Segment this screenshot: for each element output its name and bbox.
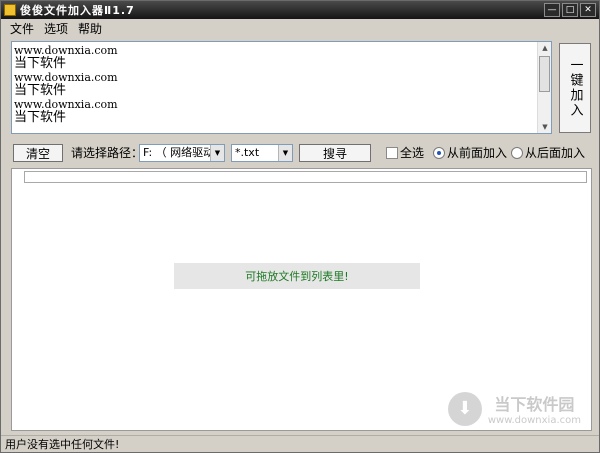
textarea-lines: www.downxia.com 当下软件 www.downxia.com 当下软…	[14, 44, 535, 125]
watermark: ⬇ 当下软件园 www.downxia.com	[447, 391, 581, 426]
text-line: www.downxia.com	[14, 71, 118, 84]
watermark-url: www.downxia.com	[487, 415, 581, 426]
clear-button[interactable]: 清空	[13, 144, 63, 162]
text-line: 当下软件	[14, 56, 67, 71]
scroll-thumb[interactable]	[539, 56, 550, 92]
title-bar[interactable]: 俊俊文件加入器Ⅱ1.7 — □ ✕	[1, 1, 599, 19]
scroll-down-icon[interactable]: ▼	[538, 121, 551, 133]
file-list[interactable]: 可拖放文件到列表里! ⬇ 当下软件园 www.downxia.com	[11, 168, 592, 431]
file-filter-select[interactable]: *.txt ▼	[231, 144, 293, 162]
chevron-down-icon[interactable]: ▼	[278, 145, 292, 161]
download-icon: ⬇	[447, 391, 482, 426]
insert-front-label[interactable]: 从前面加入	[447, 145, 507, 161]
content-textarea[interactable]: www.downxia.com 当下软件 www.downxia.com 当下软…	[11, 41, 552, 134]
select-all-checkbox[interactable]	[386, 147, 398, 159]
path-select-value: F: （ 网络驱动	[143, 146, 215, 159]
text-line: 当下软件	[14, 83, 67, 98]
insert-back-radio[interactable]	[511, 147, 523, 159]
status-bar: 用户没有选中任何文件!	[1, 435, 599, 452]
file-filter-value: *.txt	[235, 146, 260, 159]
text-line: 当下软件	[14, 110, 67, 125]
close-button[interactable]: ✕	[580, 3, 596, 17]
scroll-up-icon[interactable]: ▲	[538, 42, 551, 54]
window-controls: — □ ✕	[544, 3, 596, 17]
textarea-scrollbar[interactable]: ▲ ▼	[537, 42, 551, 133]
menu-help[interactable]: 帮助	[73, 20, 107, 37]
minimize-button[interactable]: —	[544, 3, 560, 17]
list-header	[24, 171, 587, 183]
menu-bar: 文件 选项 帮助	[1, 19, 599, 37]
chevron-down-icon[interactable]: ▼	[210, 145, 224, 161]
insert-front-radio[interactable]	[433, 147, 445, 159]
path-select[interactable]: F: （ 网络驱动 ▼	[139, 144, 225, 162]
watermark-text: 当下软件园 www.downxia.com	[488, 391, 581, 426]
select-all-label[interactable]: 全选	[400, 145, 424, 161]
app-icon	[4, 4, 16, 16]
text-line: www.downxia.com	[14, 98, 118, 111]
menu-file[interactable]: 文件	[5, 20, 39, 37]
text-line: www.downxia.com	[14, 44, 118, 57]
watermark-title: 当下软件园	[494, 395, 575, 414]
drop-hint: 可拖放文件到列表里!	[174, 263, 420, 289]
path-label: 请选择路径：	[71, 146, 144, 160]
menu-options[interactable]: 选项	[39, 20, 73, 37]
status-text: 用户没有选中任何文件!	[5, 438, 120, 451]
app-window: 俊俊文件加入器Ⅱ1.7 — □ ✕ 文件 选项 帮助 www.downxia.c…	[0, 0, 600, 453]
insert-back-label[interactable]: 从后面加入	[525, 145, 585, 161]
search-button[interactable]: 搜寻	[299, 144, 371, 162]
one-key-add-button[interactable]: 一键加入	[559, 43, 591, 133]
maximize-button[interactable]: □	[562, 3, 578, 17]
window-title: 俊俊文件加入器Ⅱ1.7	[20, 4, 135, 17]
